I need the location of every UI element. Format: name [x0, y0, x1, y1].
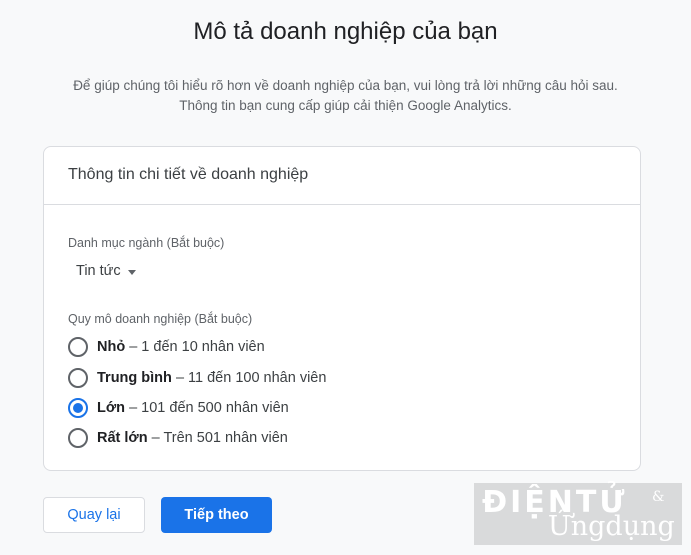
size-option-medium-name: Trung bình	[97, 370, 172, 386]
size-option-small-name: Nhỏ	[97, 339, 126, 355]
size-option-medium-detail: – 11 đến 100 nhân viên	[175, 370, 327, 386]
description-line-2: Thông tin bạn cung cấp giúp cải thiện Go…	[179, 98, 512, 113]
business-size-label: Quy mô doanh nghiệp (Bắt buộc)	[68, 312, 253, 326]
watermark-logo: ĐIỆNTỬ & Ứngdụng	[474, 483, 682, 545]
size-option-large-detail: – 101 đến 500 nhân viên	[129, 400, 289, 416]
size-option-large-name: Lớn	[97, 400, 126, 416]
size-option-very-large-name: Rất lớn	[97, 430, 148, 446]
description-line-1: Để giúp chúng tôi hiểu rõ hơn về doanh n…	[73, 78, 618, 93]
size-option-large[interactable]: Lớn – 101 đến 500 nhân viên	[68, 398, 289, 418]
watermark-line-2: Ứngdụng	[548, 511, 675, 542]
size-option-small-detail: – 1 đến 10 nhân viên	[129, 339, 265, 355]
radio-small[interactable]	[68, 337, 88, 357]
back-button[interactable]: Quay lại	[43, 497, 145, 533]
industry-selected-value: Tin tức	[76, 263, 121, 279]
dropdown-caret-icon	[127, 269, 136, 275]
industry-category-dropdown[interactable]: Tin tức	[76, 263, 136, 279]
next-button[interactable]: Tiếp theo	[161, 497, 272, 533]
page-title: Mô tả doanh nghiệp của bạn	[193, 18, 498, 45]
size-option-very-large-detail: – Trên 501 nhân viên	[151, 430, 288, 446]
radio-very-large[interactable]	[68, 428, 88, 448]
radio-medium[interactable]	[68, 368, 88, 388]
watermark-ampersand: &	[652, 489, 665, 505]
size-option-very-large[interactable]: Rất lớn – Trên 501 nhân viên	[68, 428, 288, 448]
size-option-small[interactable]: Nhỏ – 1 đến 10 nhân viên	[68, 337, 265, 357]
page-description: Để giúp chúng tôi hiểu rõ hơn về doanh n…	[0, 76, 691, 116]
radio-large[interactable]	[68, 398, 88, 418]
industry-category-label: Danh mục ngành (Bắt buộc)	[68, 236, 225, 250]
business-details-card: Thông tin chi tiết về doanh nghiệp Danh …	[43, 146, 641, 471]
size-option-medium[interactable]: Trung bình – 11 đến 100 nhân viên	[68, 368, 326, 388]
card-header: Thông tin chi tiết về doanh nghiệp	[44, 147, 640, 205]
